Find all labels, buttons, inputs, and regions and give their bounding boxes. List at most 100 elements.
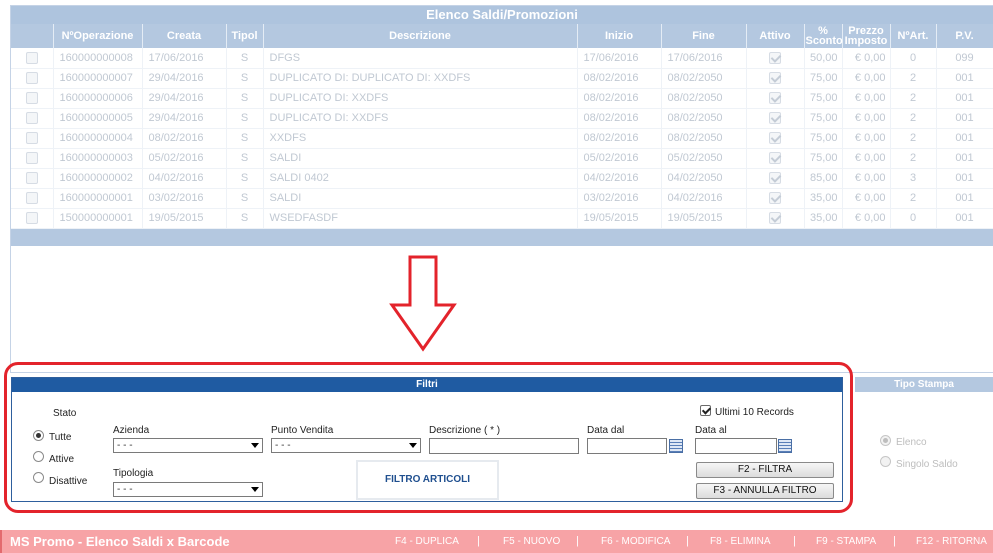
annulla-filtro-button[interactable]: F3 - ANNULLA FILTRO [696,483,834,499]
row-select-checkbox[interactable] [25,172,38,185]
table-row[interactable]: 160000000008 17/06/2016 S DFGS 17/06/2016 17/… [11,48,993,69]
col-inizio-header[interactable]: Inizio [577,24,662,48]
col-pv-cell: 001 [936,108,993,129]
row-select-checkbox[interactable] [25,192,38,205]
col-inizio-cell: 19/05/2015 [577,208,662,229]
col-sconto-cell: 75,00 [804,88,843,109]
f4-duplica-button[interactable]: F4 - DUPLICA [395,536,459,547]
col-descrizione-cell: XXDFS [263,128,578,149]
attivo-checkbox [769,192,781,205]
col-fine-cell: 19/05/2015 [661,208,747,229]
col-nart-header[interactable]: NºArt. [890,24,937,48]
col-prezzo-cell: € 0,00 [842,88,891,109]
row-select-checkbox[interactable] [25,212,38,225]
col-nart-cell: 3 [890,168,937,189]
calendar-icon[interactable] [669,439,683,453]
row-select-cell[interactable] [11,48,54,69]
f9-stampa-button[interactable]: F9 - STAMPA [816,536,876,547]
descrizione-input[interactable] [429,438,579,454]
filtro-articoli-button[interactable]: FILTRO ARTICOLI [356,460,499,500]
f6-modifica-button[interactable]: F6 - MODIFICA [601,536,670,547]
col-prezzo-header[interactable]: Prezzo Imposto [842,24,891,48]
col-fine-header[interactable]: Fine [661,24,747,48]
row-select-checkbox[interactable] [25,92,38,105]
col-attivo-cell [746,48,805,69]
col-creata-cell: 17/06/2016 [142,48,227,69]
col-operazione-cell: 160000000007 [53,68,143,89]
f5-nuovo-button[interactable]: F5 - NUOVO [503,536,560,547]
col-descrizione-header[interactable]: Descrizione [263,24,578,48]
row-select-cell[interactable] [11,148,54,169]
data-al-input[interactable] [695,438,777,454]
col-descrizione-cell: DUPLICATO DI: DUPLICATO DI: XXDFS [263,68,578,89]
row-select-cell[interactable] [11,188,54,209]
tipo-stampa-title: Tipo Stampa [855,377,993,392]
col-prezzo-cell: € 0,00 [842,128,891,149]
table-row[interactable]: 160000000001 03/02/2016 S SALDI 03/02/2016 04… [11,188,993,209]
col-tipol-cell: S [226,68,264,89]
row-select-cell[interactable] [11,108,54,129]
tipologia-select[interactable]: - - - [113,482,263,497]
stato-disattive-radio[interactable] [33,472,44,483]
col-creata-cell: 03/02/2016 [142,188,227,209]
col-creata-header[interactable]: Creata [142,24,227,48]
col-creata-cell: 05/02/2016 [142,148,227,169]
calendar-icon[interactable] [778,439,792,453]
stampa-elenco-radio[interactable] [880,435,891,446]
col-attivo-cell [746,88,805,109]
col-sconto-cell: 85,00 [804,168,843,189]
row-select-cell[interactable] [11,168,54,189]
col-fine-cell: 04/02/2050 [661,168,747,189]
col-pv-header[interactable]: P.V. [936,24,993,48]
table-row[interactable]: 160000000003 05/02/2016 S SALDI 05/02/2016 05… [11,148,993,169]
row-select-checkbox[interactable] [25,112,38,125]
data-dal-input[interactable] [587,438,667,454]
stampa-singolo-radio[interactable] [880,456,891,467]
col-operazione-cell: 160000000003 [53,148,143,169]
table-row[interactable]: 160000000006 29/04/2016 S DUPLICATO DI: XXD… [11,88,993,109]
table-header-row: NºOperazione Creata Tipol Descrizione In… [11,24,993,48]
col-pv-cell: 001 [936,68,993,89]
ultimi-10-checkbox[interactable] [700,405,711,416]
col-descrizione-cell: SALDI 0402 [263,168,578,189]
col-inizio-cell: 08/02/2016 [577,88,662,109]
row-select-cell[interactable] [11,68,54,89]
col-operazione-cell: 160000000002 [53,168,143,189]
col-creata-cell: 19/05/2015 [142,208,227,229]
promotions-table: NºOperazione Creata Tipol Descrizione In… [11,24,993,229]
row-select-checkbox[interactable] [25,132,38,145]
col-creata-cell: 29/04/2016 [142,88,227,109]
col-fine-cell: 08/02/2050 [661,128,747,149]
data-al-label: Data al [695,425,727,436]
table-row[interactable]: 160000000004 08/02/2016 S XXDFS 08/02/2016 08… [11,128,993,149]
row-select-cell[interactable] [11,128,54,149]
table-row[interactable]: 160000000002 04/02/2016 S SALDI 0402 04/02/2… [11,168,993,189]
stato-attive-radio[interactable] [33,451,44,462]
stato-tutte-radio[interactable] [33,430,44,441]
col-tipol-cell: S [226,208,264,229]
f12-ritorna-button[interactable]: F12 - RITORNA [916,536,987,547]
col-tipol-header[interactable]: Tipol [226,24,264,48]
row-select-cell[interactable] [11,208,54,229]
row-select-checkbox[interactable] [25,72,38,85]
col-pv-cell: 001 [936,148,993,169]
row-select-cell[interactable] [11,88,54,109]
col-fine-cell: 04/02/2016 [661,188,747,209]
f8-elimina-button[interactable]: F8 - ELIMINA [710,536,771,547]
col-fine-cell: 08/02/2050 [661,108,747,129]
col-pv-cell: 001 [936,208,993,229]
punto-vendita-label: Punto Vendita [271,425,334,436]
punto-vendita-select[interactable]: - - - [271,438,421,453]
azienda-select[interactable]: - - - [113,438,263,453]
filtra-button[interactable]: F2 - FILTRA [696,462,834,478]
row-select-checkbox[interactable] [25,51,38,64]
separator: | [576,535,579,547]
table-row[interactable]: 160000000007 29/04/2016 S DUPLICATO DI: DUP… [11,68,993,89]
col-attivo-header[interactable]: Attivo [746,24,805,48]
col-attivo-cell [746,108,805,129]
table-row[interactable]: 160000000005 29/04/2016 S DUPLICATO DI: XXD… [11,108,993,129]
row-select-checkbox[interactable] [25,152,38,165]
table-row[interactable]: 150000000001 19/05/2015 S WSEDFASDF 19/05/20… [11,208,993,229]
col-operazione-header[interactable]: NºOperazione [53,24,143,48]
col-sconto-header[interactable]: % Sconto [804,24,843,48]
